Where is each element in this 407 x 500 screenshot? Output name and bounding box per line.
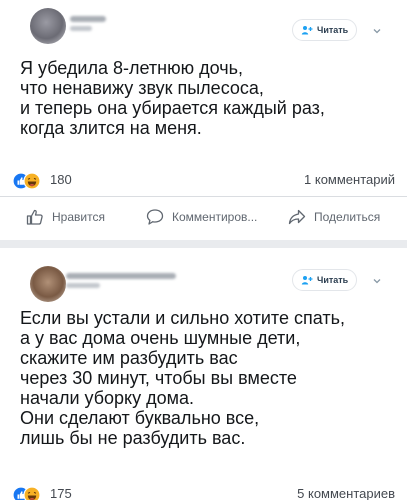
comment-label: Комментиров...	[172, 210, 258, 224]
share-button[interactable]: Поделиться	[288, 208, 380, 226]
reaction-icons[interactable]	[12, 172, 42, 190]
post-text-line: что ненавижу звук пылесоса,	[20, 78, 264, 98]
post-text-line: Я убедила 8-летнюю дочь,	[20, 58, 243, 78]
post-text: Если вы устали и сильно хотите спать, а …	[20, 308, 345, 448]
post-text-line: Они сделают буквально все,	[20, 408, 260, 428]
post-card: Читать Я убедила 8-летнюю дочь, что нена…	[0, 0, 407, 240]
post-text-line: лишь бы не разбудить вас.	[20, 428, 246, 448]
follow-button[interactable]: Читать	[292, 19, 358, 41]
post-text-line: через 30 минут, чтобы вы вместе	[20, 368, 297, 388]
share-label: Поделиться	[314, 210, 381, 224]
reactions-count[interactable]: 180	[50, 172, 72, 187]
thumbs-up-icon	[26, 209, 43, 225]
like-label: Нравится	[52, 210, 105, 224]
like-button[interactable]: Нравится	[26, 208, 105, 226]
add-user-icon	[301, 276, 313, 285]
chevron-down-icon[interactable]	[371, 274, 383, 286]
chevron-down-icon[interactable]	[371, 24, 383, 36]
haha-reaction-icon	[23, 172, 41, 190]
divider	[0, 196, 407, 197]
follow-button[interactable]: Читать	[292, 269, 358, 291]
reactions-count[interactable]: 175	[50, 486, 72, 500]
comments-count[interactable]: 1 комментарий	[304, 172, 395, 187]
post-text-line: Если вы устали и сильно хотите спать,	[20, 308, 345, 328]
blurred-username	[70, 16, 106, 22]
reaction-icons[interactable]	[12, 486, 42, 500]
comment-icon	[146, 209, 164, 225]
haha-reaction-icon	[23, 486, 41, 500]
reactions-bar: 180 1 комментарий	[0, 170, 407, 192]
add-user-icon	[301, 26, 313, 35]
follow-label: Читать	[317, 25, 349, 35]
blurred-handle	[66, 283, 100, 288]
post-text-line: начали уборку дома.	[20, 388, 195, 408]
post-text-line: и теперь она убирается каждый раз,	[20, 98, 325, 118]
share-icon	[288, 209, 306, 225]
follow-label: Читать	[317, 275, 349, 285]
post-text-line: а у вас дома очень шумные дети,	[20, 328, 301, 348]
post-card: Читать Если вы устали и сильно хотите сп…	[0, 248, 407, 500]
post-text-line: скажите им разбудить вас	[20, 348, 238, 368]
avatar[interactable]	[30, 8, 66, 44]
action-bar: Нравится Комментиров... Поделиться	[0, 208, 407, 232]
blurred-handle	[70, 26, 92, 31]
reactions-bar: 175 5 комментариев	[0, 484, 407, 500]
post-text: Я убедила 8-летнюю дочь, что ненавижу зв…	[20, 58, 325, 138]
avatar[interactable]	[30, 266, 66, 302]
post-text-line: когда злится на меня.	[20, 118, 202, 138]
comment-button[interactable]: Комментиров...	[146, 208, 257, 226]
blurred-username	[66, 273, 176, 279]
comments-count[interactable]: 5 комментариев	[297, 486, 395, 500]
